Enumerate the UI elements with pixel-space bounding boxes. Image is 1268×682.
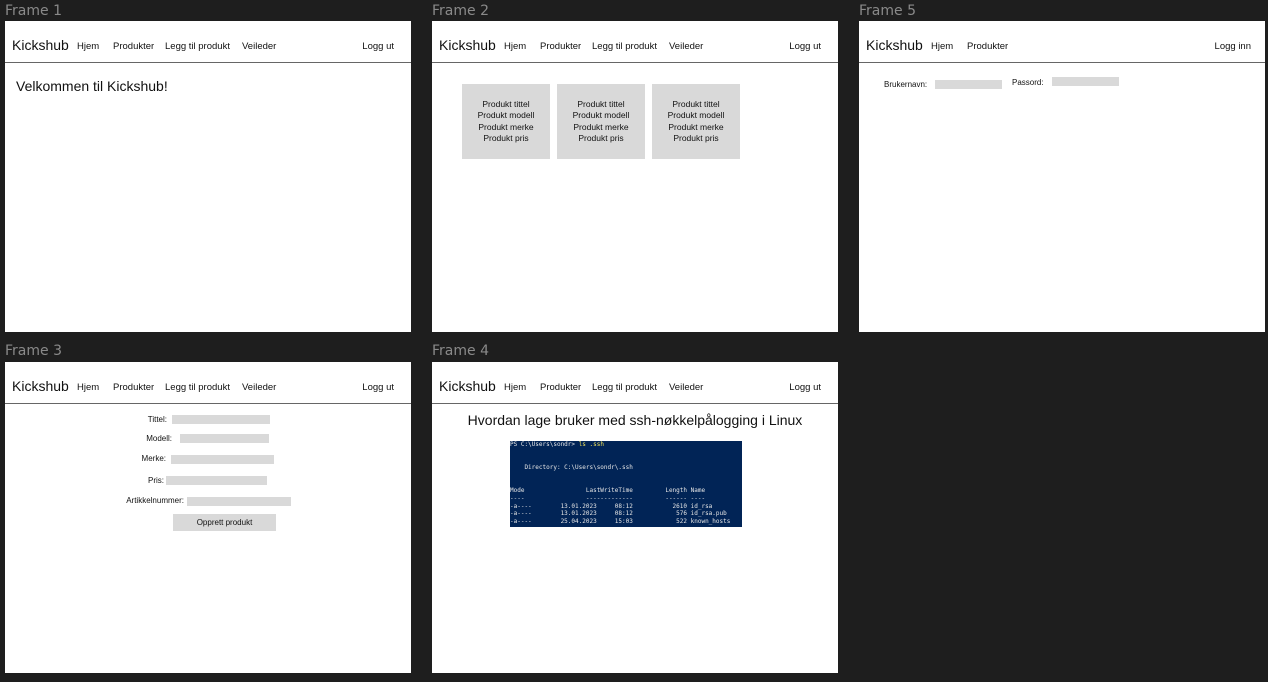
frame-5-login: Kickshub Hjem Produkter Logg inn Brukern… [859, 21, 1265, 332]
logout-link[interactable]: Logg ut [362, 41, 394, 52]
password-label: Passord: [1012, 78, 1044, 87]
logout-link[interactable]: Logg ut [789, 41, 821, 52]
navbar: Kickshub Hjem Produkter Logg inn [859, 21, 1265, 63]
model-input[interactable] [180, 434, 269, 443]
navbar: Kickshub Hjem Produkter Legg til produkt… [5, 362, 411, 404]
frame-3-label: Frame 3 [5, 343, 62, 359]
username-input[interactable] [935, 80, 1002, 89]
nav-link-veileder[interactable]: Veileder [669, 382, 703, 393]
terminal-prompt-line: PS C:\Users\sondr> ls .ssh [510, 441, 742, 449]
nav-link-veileder[interactable]: Veileder [242, 41, 276, 52]
frame-4-guide: Kickshub Hjem Produkter Legg til produkt… [432, 362, 838, 673]
product-title: Produkt tittel [577, 98, 625, 109]
article-number-label: Artikkelnummer: [126, 496, 184, 505]
product-brand: Produkt merke [478, 121, 534, 132]
welcome-heading: Velkommen til Kickshub! [16, 78, 168, 94]
nav-link-hjem[interactable]: Hjem [77, 382, 99, 393]
brand-logo[interactable]: Kickshub [12, 37, 69, 53]
product-model: Produkt modell [572, 110, 630, 120]
nav-link-hjem[interactable]: Hjem [504, 41, 526, 52]
nav-link-legg-til-produkt[interactable]: Legg til produkt [165, 41, 230, 52]
nav-link-produkter[interactable]: Produkter [113, 41, 154, 52]
product-card[interactable]: Produkt tittel Produkt modell Produkt me… [652, 84, 740, 159]
nav-link-produkter[interactable]: Produkter [540, 382, 581, 393]
nav-link-produkter[interactable]: Produkter [967, 41, 1008, 52]
guide-title: Hvordan lage bruker med ssh-nøkkelpålogg… [467, 412, 803, 428]
brand-logo[interactable]: Kickshub [439, 37, 496, 53]
nav-link-legg-til-produkt[interactable]: Legg til produkt [165, 382, 230, 393]
nav-link-hjem[interactable]: Hjem [77, 41, 99, 52]
terminal-separator: ---- ------------- ------ ---- [510, 494, 706, 502]
frame-1-home: Kickshub Hjem Produkter Legg til produkt… [5, 21, 411, 332]
product-price: Produkt pris [673, 133, 719, 143]
brand-logo[interactable]: Kickshub [439, 378, 496, 394]
model-label: Modell: [146, 434, 172, 443]
product-brand: Produkt merke [668, 121, 724, 132]
terminal-command: ls .ssh [578, 441, 604, 448]
terminal-row: -a---- 13.01.2023 08:12 576 id_rsa.pub [510, 510, 727, 518]
nav-link-produkter[interactable]: Produkter [540, 41, 581, 52]
product-card[interactable]: Produkt tittel Produkt modell Produkt me… [557, 84, 645, 159]
product-title: Produkt tittel [482, 98, 530, 109]
terminal-screenshot: PS C:\Users\sondr> ls .ssh Directory: C:… [510, 441, 742, 527]
price-input[interactable] [166, 476, 267, 485]
nav-link-legg-til-produkt[interactable]: Legg til produkt [592, 382, 657, 393]
navbar: Kickshub Hjem Produkter Legg til produkt… [5, 21, 411, 63]
price-label: Pris: [148, 476, 164, 485]
nav-link-veileder[interactable]: Veileder [242, 382, 276, 393]
terminal-row: -a---- 25.04.2023 15:03 522 known_hosts [510, 518, 731, 526]
terminal-row: -a---- 13.01.2023 08:12 2610 id_rsa [510, 502, 713, 510]
frame-1-label: Frame 1 [5, 3, 62, 19]
frame-5-label: Frame 5 [859, 3, 916, 19]
navbar: Kickshub Hjem Produkter Legg til produkt… [432, 21, 838, 63]
title-label: Tittel: [147, 415, 167, 424]
brand-label: Merke: [141, 454, 166, 463]
nav-link-produkter[interactable]: Produkter [113, 382, 154, 393]
username-label: Brukernavn: [884, 80, 928, 89]
frame-2-products: Kickshub Hjem Produkter Legg til produkt… [432, 21, 838, 332]
nav-link-hjem[interactable]: Hjem [504, 382, 526, 393]
frame-2-label: Frame 2 [432, 3, 489, 19]
terminal-header: Mode LastWriteTime Length Name [510, 487, 706, 495]
brand-logo[interactable]: Kickshub [866, 37, 923, 53]
create-product-button[interactable]: Opprett produkt [173, 514, 276, 531]
navbar: Kickshub Hjem Produkter Legg til produkt… [432, 362, 838, 404]
nav-link-hjem[interactable]: Hjem [931, 41, 953, 52]
nav-link-veileder[interactable]: Veileder [669, 41, 703, 52]
logout-link[interactable]: Logg ut [789, 382, 821, 393]
logout-link[interactable]: Logg ut [362, 382, 394, 393]
product-brand: Produkt merke [573, 121, 629, 132]
brand-logo[interactable]: Kickshub [12, 378, 69, 394]
terminal-prompt: PS C:\Users\sondr> [510, 441, 579, 448]
product-model: Produkt modell [477, 110, 535, 120]
product-price: Produkt pris [578, 133, 624, 143]
title-input[interactable] [172, 415, 270, 424]
frame-4-label: Frame 4 [432, 343, 489, 359]
product-title: Produkt tittel [672, 98, 720, 109]
product-card[interactable]: Produkt tittel Produkt modell Produkt me… [462, 84, 550, 159]
article-number-input[interactable] [187, 497, 291, 506]
product-price: Produkt pris [483, 133, 529, 143]
product-model: Produkt modell [667, 110, 725, 120]
brand-input[interactable] [171, 455, 274, 464]
nav-link-legg-til-produkt[interactable]: Legg til produkt [592, 41, 657, 52]
password-input[interactable] [1052, 77, 1119, 86]
terminal-directory: Directory: C:\Users\sondr\.ssh [510, 464, 633, 472]
frame-3-add-product: Kickshub Hjem Produkter Legg til produkt… [5, 362, 411, 673]
login-link[interactable]: Logg inn [1215, 41, 1251, 52]
